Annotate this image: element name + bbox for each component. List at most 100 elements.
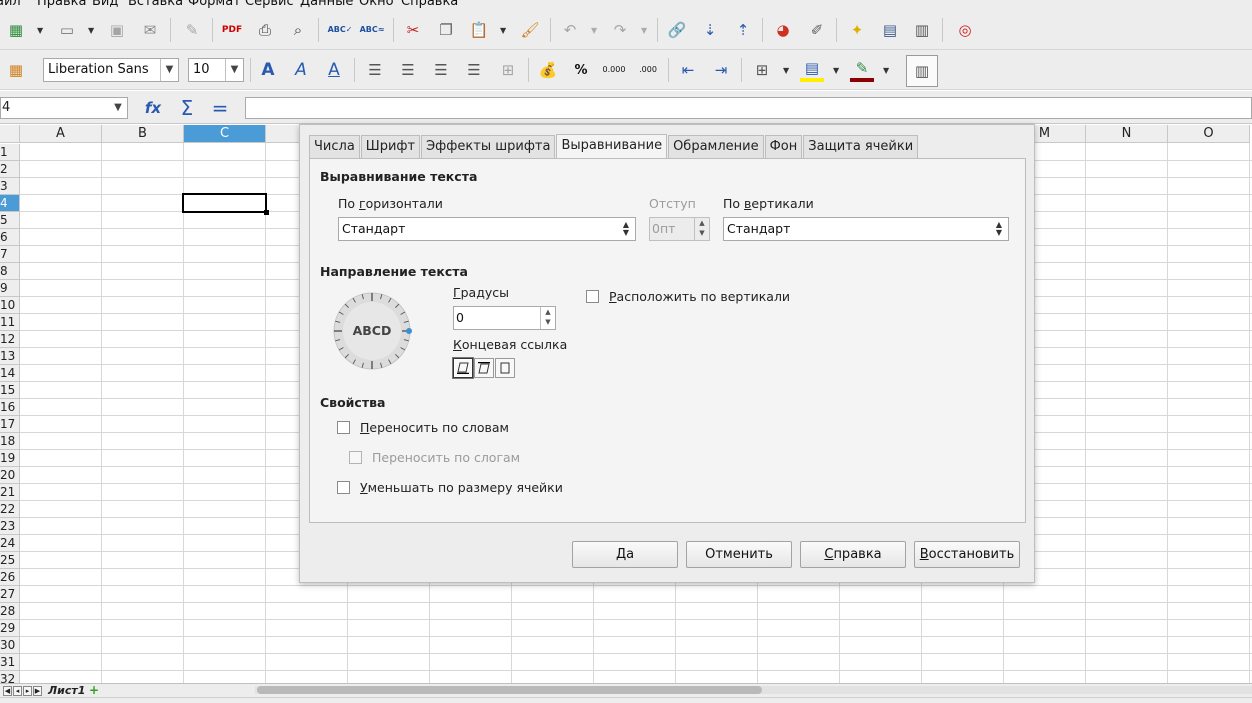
chart-icon[interactable]: ◕ xyxy=(771,18,795,42)
row-header[interactable]: 25 xyxy=(0,552,20,569)
align-left-icon[interactable]: ☰ xyxy=(363,58,387,82)
menu-insert[interactable]: Вставка xyxy=(128,0,183,9)
row-header[interactable]: 9 xyxy=(0,280,20,297)
edit-file-icon[interactable]: ✎ xyxy=(180,18,204,42)
row-header[interactable]: 11 xyxy=(0,314,20,331)
borders-icon[interactable]: ⊞ xyxy=(750,58,774,82)
paste-dropdown-icon[interactable]: ▼ xyxy=(500,26,506,35)
row-header[interactable]: 22 xyxy=(0,501,20,518)
shrink-to-fit-checkbox[interactable] xyxy=(337,481,350,494)
wrap-words-checkbox[interactable] xyxy=(337,421,350,434)
degrees-spin-arrows-icon[interactable]: ▲ ▼ xyxy=(540,307,555,329)
active-cell-c4[interactable] xyxy=(182,193,269,215)
save-icon[interactable]: ▣ xyxy=(105,18,129,42)
sum-icon[interactable]: Σ xyxy=(175,96,199,120)
clone-formatting-icon[interactable]: 🖌 xyxy=(518,18,542,42)
align-justify-icon[interactable]: ☰ xyxy=(462,58,486,82)
previous-sheet-icon[interactable]: ◂ xyxy=(13,686,22,696)
row-header[interactable]: 4 xyxy=(0,195,20,212)
autospellcheck-icon[interactable]: ABC≈ xyxy=(360,18,385,42)
tab-alignment[interactable]: Выравнивание xyxy=(556,134,668,159)
function-wizard-icon[interactable]: fx xyxy=(141,96,165,120)
column-header-c[interactable]: C xyxy=(184,125,266,143)
font-name-combo[interactable]: Liberation Sans ▼ xyxy=(43,58,179,82)
row-header[interactable]: 31 xyxy=(0,654,20,671)
row-header[interactable]: 10 xyxy=(0,297,20,314)
degrees-spinner[interactable]: 0 ▲ ▼ xyxy=(453,306,556,330)
help-button[interactable]: Справка xyxy=(800,541,906,568)
percent-format-icon[interactable]: % xyxy=(569,58,593,82)
indent-spinner[interactable]: 0пт ▲ ▼ xyxy=(649,217,710,241)
first-sheet-icon[interactable]: ◀ xyxy=(3,686,12,696)
undo-dropdown-icon[interactable]: ▼ xyxy=(591,26,597,35)
add-sheet-icon[interactable]: + xyxy=(89,684,109,698)
row-header[interactable]: 17 xyxy=(0,416,20,433)
row-header[interactable]: 27 xyxy=(0,586,20,603)
email-icon[interactable]: ✉ xyxy=(138,18,162,42)
row-header[interactable]: 30 xyxy=(0,637,20,654)
stack-vertically-checkbox[interactable] xyxy=(586,290,599,303)
horizontal-scrollbar[interactable] xyxy=(255,686,1252,694)
underline-icon[interactable]: A xyxy=(322,58,346,82)
formula-icon[interactable]: = xyxy=(208,96,232,120)
open-dropdown-icon[interactable]: ▼ xyxy=(88,26,94,35)
copy-icon[interactable]: ❐ xyxy=(434,18,458,42)
delete-decimal-icon[interactable]: .000 xyxy=(636,58,660,82)
menu-tools[interactable]: Сервис xyxy=(245,0,294,9)
row-header[interactable]: 2 xyxy=(0,161,20,178)
align-center-icon[interactable]: ☰ xyxy=(396,58,420,82)
borders-dropdown-icon[interactable]: ▼ xyxy=(783,66,789,75)
add-decimal-icon[interactable]: 0.000 xyxy=(602,58,626,82)
row-header[interactable]: 23 xyxy=(0,518,20,535)
font-name-dropdown-icon[interactable]: ▼ xyxy=(160,59,178,81)
sheet-tab-active[interactable]: Лист1 xyxy=(44,684,89,698)
next-sheet-icon[interactable]: ▸ xyxy=(23,686,32,696)
menu-help[interactable]: Справка xyxy=(401,0,458,9)
new-document-icon[interactable]: ▦ xyxy=(4,18,28,42)
currency-format-icon[interactable]: 💰 xyxy=(536,58,560,82)
row-header[interactable]: 21 xyxy=(0,484,20,501)
cancel-button[interactable]: Отменить xyxy=(686,541,792,568)
undo-icon[interactable]: ↶ xyxy=(558,18,582,42)
formula-input[interactable] xyxy=(245,97,1252,119)
redo-dropdown-icon[interactable]: ▼ xyxy=(641,26,647,35)
indent-spin-arrows-icon[interactable]: ▲ ▼ xyxy=(694,218,709,240)
gallery-icon[interactable]: ▤ xyxy=(878,18,902,42)
font-color-icon[interactable]: ✎ xyxy=(850,58,874,82)
tab-borders[interactable]: Обрамление xyxy=(668,135,764,159)
font-size-combo[interactable]: 10 ▼ xyxy=(188,58,244,82)
help-lifebuoy-icon[interactable]: ◎ xyxy=(953,18,977,42)
font-color-dropdown-icon[interactable]: ▼ xyxy=(883,66,889,75)
row-header[interactable]: 8 xyxy=(0,263,20,280)
row-header[interactable]: 7 xyxy=(0,246,20,263)
sort-ascending-icon[interactable]: ⇣ xyxy=(698,18,722,42)
row-header[interactable]: 13 xyxy=(0,348,20,365)
name-box-dropdown-icon[interactable]: ▼ xyxy=(109,98,127,118)
paste-icon[interactable]: 📋 xyxy=(467,18,491,42)
sort-descending-icon[interactable]: ⇡ xyxy=(731,18,755,42)
tab-numbers[interactable]: Числа xyxy=(309,135,360,159)
merge-cells-icon[interactable]: ⊞ xyxy=(496,58,520,82)
hyperlink-icon[interactable]: 🔗 xyxy=(665,18,689,42)
tab-background[interactable]: Фон xyxy=(764,135,803,159)
row-header[interactable]: 14 xyxy=(0,365,20,382)
decrease-indent-icon[interactable]: ⇤ xyxy=(676,58,700,82)
row-header[interactable]: 15 xyxy=(0,382,20,399)
tab-font[interactable]: Шрифт xyxy=(360,135,421,159)
column-header-n[interactable]: N xyxy=(1086,125,1168,143)
cut-icon[interactable]: ✂ xyxy=(401,18,425,42)
menu-data[interactable]: Данные xyxy=(300,0,353,9)
tab-font-effects[interactable]: Эффекты шрифта xyxy=(421,135,556,159)
align-right-icon[interactable]: ☰ xyxy=(429,58,453,82)
column-header-a[interactable]: A xyxy=(20,125,102,143)
spellcheck-icon[interactable]: ABC✓ xyxy=(328,18,353,42)
menu-edit[interactable]: Правка xyxy=(37,0,86,9)
horizontal-scrollbar-thumb[interactable] xyxy=(257,686,762,694)
italic-icon[interactable]: A xyxy=(289,58,313,82)
rotation-dial[interactable]: ABCD xyxy=(332,291,412,371)
row-header[interactable]: 5 xyxy=(0,212,20,229)
menu-view[interactable]: Вид xyxy=(92,0,118,9)
background-color-icon[interactable]: ▤ xyxy=(800,58,824,82)
row-header[interactable]: 19 xyxy=(0,450,20,467)
row-header[interactable]: 18 xyxy=(0,433,20,450)
